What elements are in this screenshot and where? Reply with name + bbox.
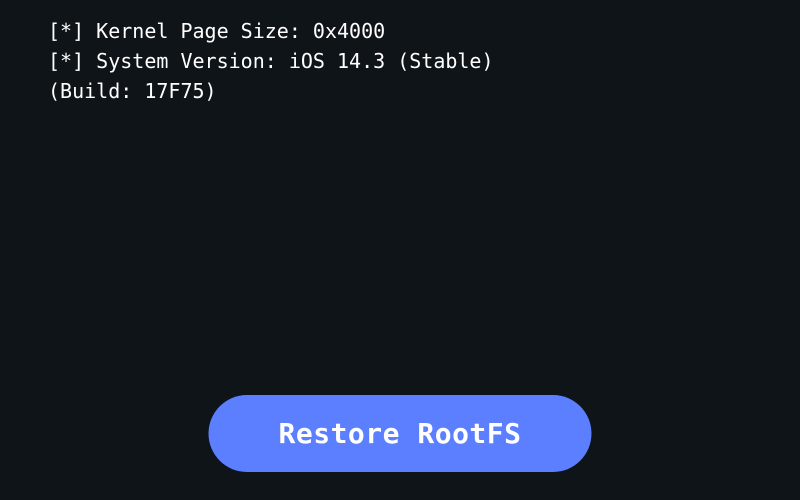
restore-rootfs-button[interactable]: Restore RootFS [208,395,591,472]
log-line: [*] System Version: iOS 14.3 (Stable) [48,46,752,76]
log-output: [*] Kernel Page Size: 0x4000 [*] System … [0,0,800,122]
log-line: [*] Kernel Page Size: 0x4000 [48,16,752,46]
log-line: (Build: 17F75) [48,76,752,106]
